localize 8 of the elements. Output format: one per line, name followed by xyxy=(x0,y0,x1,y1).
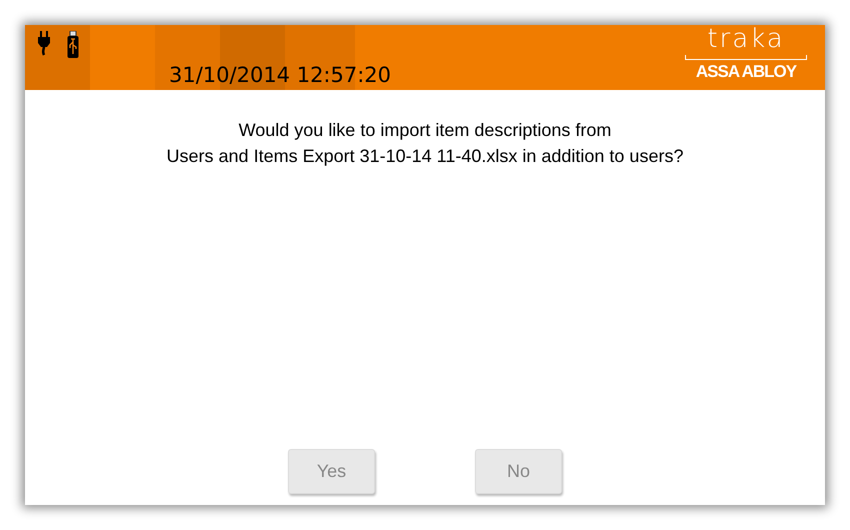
message-text: Would you like to import item descriptions from xyxy=(238,119,612,142)
message-text: Users and Items Export 31-10-14 11-40.xlsx in addition to users? xyxy=(166,145,684,168)
logo-subtitle: ASSA ABLOY xyxy=(696,62,796,82)
usb-drive-icon xyxy=(67,31,79,59)
dialog-button[interactable]: Yes xyxy=(288,449,375,494)
date-time: 31/10/2014 12:57:20 xyxy=(169,63,392,89)
logo-wordmark: traka xyxy=(707,25,785,53)
dialog-button[interactable]: No xyxy=(475,449,562,494)
